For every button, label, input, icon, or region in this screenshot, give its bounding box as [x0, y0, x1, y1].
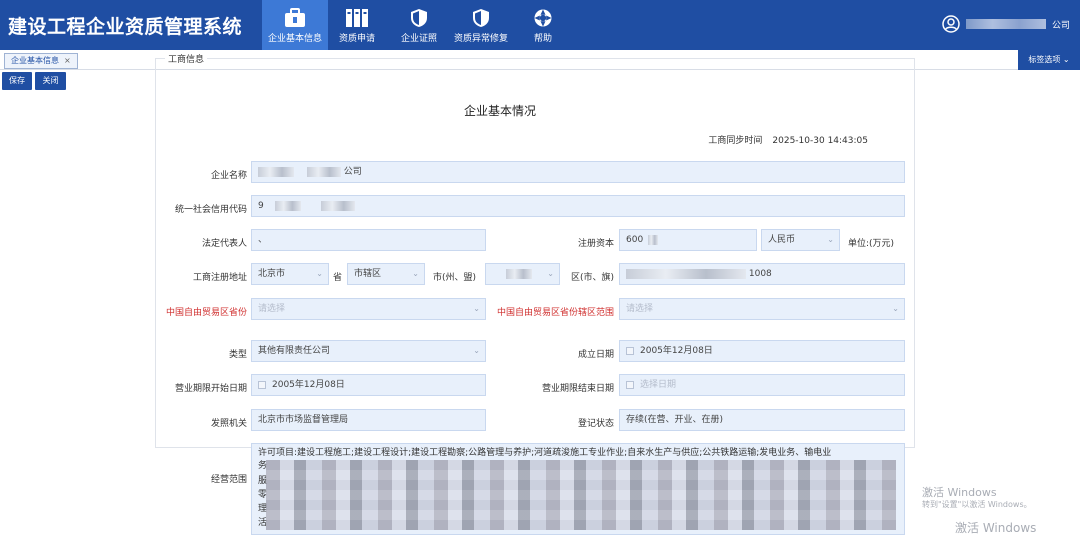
- legal-rep-field[interactable]: 、: [251, 229, 486, 251]
- redacted-text: [306, 166, 341, 177]
- address-detail-field[interactable]: 1008: [619, 263, 905, 285]
- legal-rep-label: 法定代表人: [201, 239, 247, 249]
- chevron-down-icon: ⌄: [547, 269, 554, 278]
- ftz-province-placeholder: 请选择: [258, 304, 286, 314]
- top-header: 建设工程企业资质管理系统 企业基本信息 资质申请 企业证照 资质异常修复 帮助 …: [0, 0, 1080, 50]
- nav-label: 资质异常修复: [453, 34, 508, 44]
- term-end-label: 营业期限结束日期: [541, 384, 614, 394]
- chevron-down-icon: ⌄: [473, 346, 480, 355]
- term-end-field[interactable]: 选择日期: [619, 374, 905, 396]
- nav-company-license[interactable]: 企业证照: [386, 0, 452, 50]
- credit-code-field[interactable]: 9: [251, 195, 905, 217]
- briefcase-icon: [285, 8, 305, 27]
- term-start-field[interactable]: 2005年12月08日: [251, 374, 486, 396]
- capital-value: 600: [626, 235, 644, 245]
- redacted-text: [626, 268, 746, 279]
- credit-code-label: 统一社会信用代码: [174, 205, 247, 215]
- province-suffix: 省: [333, 273, 343, 283]
- user-menu[interactable]: 公司: [942, 14, 1070, 34]
- redacted-text: [321, 200, 356, 211]
- registered-capital-label: 注册资本: [577, 239, 614, 249]
- business-scope-first-line: 许可项目:建设工程施工;建设工程设计;建设工程勘察;公路管理与养护;河道疏浚施工…: [258, 448, 832, 458]
- nav-label: 企业基本信息: [267, 34, 322, 44]
- chevron-down-icon: ⌄: [473, 304, 480, 313]
- windows-activation-title: 激活 Windows: [922, 486, 997, 499]
- app-title: 建设工程企业资质管理系统: [8, 16, 243, 38]
- authority-field[interactable]: 北京市市场监督管理局: [251, 409, 486, 431]
- company-name-field[interactable]: 公司: [251, 161, 905, 183]
- user-name-redacted: [965, 19, 1046, 29]
- tab-label: 企业基本信息: [11, 56, 59, 65]
- registered-capital-field[interactable]: 600: [619, 229, 757, 251]
- calendar-icon: [626, 380, 634, 389]
- city-label: 市(州、盟): [433, 273, 477, 283]
- established-date-label: 成立日期: [577, 350, 614, 360]
- currency-value: 人民币: [768, 235, 796, 245]
- nav-label: 帮助: [533, 34, 552, 44]
- term-end-placeholder: 选择日期: [640, 380, 677, 390]
- ftz-range-placeholder: 请选择: [626, 304, 654, 314]
- chevron-down-icon: ⌄: [412, 269, 419, 278]
- province-select[interactable]: 北京市 ⌄: [251, 263, 329, 285]
- credit-code-prefix: 9: [258, 201, 264, 211]
- district-label: 区(市、旗): [571, 273, 615, 283]
- ftz-range-label: 中国自由贸易区省份辖区范围: [496, 308, 614, 318]
- calendar-icon: [258, 380, 266, 389]
- section-legend: 工商信息: [165, 52, 208, 65]
- address-label: 工商注册地址: [192, 273, 247, 283]
- nav-label: 资质申请: [338, 34, 375, 44]
- registration-status-label: 登记状态: [577, 419, 614, 429]
- business-scope-field[interactable]: 许可项目:建设工程施工;建设工程设计;建设工程勘察;公路管理与养护;河道疏浚施工…: [251, 443, 905, 535]
- redacted-text: [258, 166, 294, 177]
- capital-unit-label: 单位:(万元): [848, 239, 895, 249]
- business-scope-label: 经营范围: [210, 475, 247, 485]
- currency-select[interactable]: 人民币 ⌄: [761, 229, 840, 251]
- user-name-suffix: 公司: [1051, 20, 1070, 31]
- tab-options-button[interactable]: 标签选项 ⌄: [1018, 50, 1080, 70]
- nav-company-info[interactable]: 企业基本信息: [262, 0, 328, 50]
- shield-check-icon: [411, 9, 427, 27]
- company-type-select[interactable]: 其他有限责任公司 ⌄: [251, 340, 486, 362]
- nav-qualification-apply[interactable]: 资质申请: [324, 0, 390, 50]
- shield-check-icon: [473, 9, 489, 27]
- nav-label: 企业证照: [400, 34, 437, 44]
- district-select[interactable]: ⌄: [485, 263, 560, 285]
- province-value: 北京市: [258, 269, 286, 279]
- windows-activation-hint: 转到"设置"以激活 Windows。: [922, 500, 1032, 509]
- save-button[interactable]: 保存: [2, 72, 32, 90]
- redacted-text: [274, 200, 301, 211]
- term-start-value: 2005年12月08日: [272, 380, 345, 390]
- windows-activation-title-2: 激活 Windows: [955, 521, 1037, 535]
- user-icon: [942, 15, 960, 33]
- close-button[interactable]: 关闭: [35, 72, 66, 90]
- redacted-text: [648, 234, 659, 245]
- city-select[interactable]: 市辖区 ⌄: [347, 263, 425, 285]
- calendar-icon: [626, 346, 634, 355]
- company-name-suffix: 公司: [343, 167, 362, 177]
- chevron-down-icon: ⌄: [316, 269, 323, 278]
- address-detail-suffix: 1008: [748, 269, 772, 279]
- redacted-text: [506, 268, 532, 279]
- registration-status-field[interactable]: 存续(在营、开业、在册): [619, 409, 905, 431]
- nav-help[interactable]: 帮助: [510, 0, 576, 50]
- company-name-label: 企业名称: [210, 171, 247, 181]
- documents-icon: [346, 9, 368, 27]
- ftz-province-select[interactable]: 请选择 ⌄: [251, 298, 486, 320]
- authority-label: 发照机关: [210, 419, 247, 429]
- redacted-scope-text: [266, 460, 896, 530]
- term-start-label: 营业期限开始日期: [174, 384, 247, 394]
- company-type-value: 其他有限责任公司: [258, 346, 331, 356]
- ftz-province-label: 中国自由贸易区省份: [165, 308, 247, 318]
- chevron-down-icon: ⌄: [827, 235, 834, 244]
- tab-company-info[interactable]: 企业基本信息 ×: [4, 53, 78, 69]
- chevron-down-icon: ⌄: [892, 304, 899, 313]
- company-type-label: 类型: [228, 350, 247, 360]
- city-value: 市辖区: [354, 269, 382, 279]
- help-icon: [534, 9, 552, 27]
- nav-qualification-repair[interactable]: 资质异常修复: [448, 0, 514, 50]
- established-date-field[interactable]: 2005年12月08日: [619, 340, 905, 362]
- ftz-range-select[interactable]: 请选择 ⌄: [619, 298, 905, 320]
- close-icon[interactable]: ×: [64, 54, 71, 68]
- established-date-value: 2005年12月08日: [640, 346, 713, 356]
